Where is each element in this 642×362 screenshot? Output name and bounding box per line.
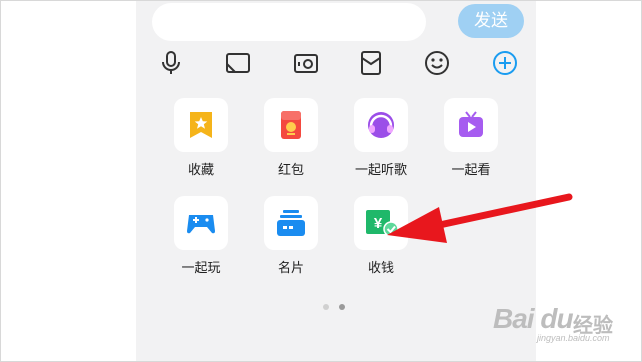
chat-panel: 发送 收藏 红包 一起听歌 一起看 一起玩 名片 ¥ 收钱 <box>136 1 536 361</box>
baidu-jingyan-watermark: Bai du 经验 jingyan.baidu.com <box>489 291 629 343</box>
listen-together-tile <box>354 98 408 152</box>
panel-item-red-envelope[interactable]: 红包 <box>251 98 331 188</box>
watch-together-icon <box>459 111 483 137</box>
panel-item-label: 一起看 <box>451 162 491 177</box>
business-card-tile <box>264 196 318 250</box>
panel-item-business-card[interactable]: 名片 <box>251 196 331 286</box>
panel-item-label: 收藏 <box>187 162 214 177</box>
panel-item-label: 一起听歌 <box>354 162 407 177</box>
watch-together-tile <box>444 98 498 152</box>
watermark-brand: Bai du <box>493 303 574 334</box>
game-controller-icon <box>187 215 215 234</box>
red-envelope-tile <box>264 98 318 152</box>
plus-icon[interactable] <box>488 46 522 80</box>
emoji-icon[interactable] <box>420 46 454 80</box>
page-indicator <box>323 304 353 312</box>
panel-item-label: 一起玩 <box>181 260 221 275</box>
business-card-icon <box>277 210 305 236</box>
panel-item-play-together[interactable]: 一起玩 <box>161 196 241 286</box>
panel-item-label: 红包 <box>277 162 304 177</box>
panel-item-favorites[interactable]: 收藏 <box>161 98 241 188</box>
annotation-arrow <box>387 193 573 243</box>
message-input[interactable] <box>152 3 426 41</box>
favorites-tile <box>174 98 228 152</box>
red-packet-icon[interactable] <box>354 46 388 80</box>
listen-together-icon <box>368 112 394 138</box>
microphone-icon[interactable] <box>154 46 188 80</box>
screenshot-frame: 发送 收藏 红包 一起听歌 一起看 一起玩 名片 ¥ 收钱 Bai du 经验 … <box>0 0 642 362</box>
camera-icon[interactable] <box>289 46 323 80</box>
panel-item-watch-together[interactable]: 一起看 <box>431 98 511 188</box>
image-icon[interactable] <box>221 46 255 80</box>
play-together-tile <box>174 196 228 250</box>
red-envelope-icon <box>281 111 301 139</box>
panel-item-label: 收钱 <box>367 260 394 275</box>
panel-item-listen-together[interactable]: 一起听歌 <box>341 98 421 188</box>
panel-item-label: 名片 <box>277 260 304 275</box>
page-dot[interactable] <box>323 304 329 310</box>
watermark-url: jingyan.baidu.com <box>537 333 610 343</box>
page-dot-active[interactable] <box>339 304 345 310</box>
send-button[interactable]: 发送 <box>458 4 524 38</box>
favorites-icon <box>190 112 212 138</box>
input-toolbar <box>152 46 532 80</box>
